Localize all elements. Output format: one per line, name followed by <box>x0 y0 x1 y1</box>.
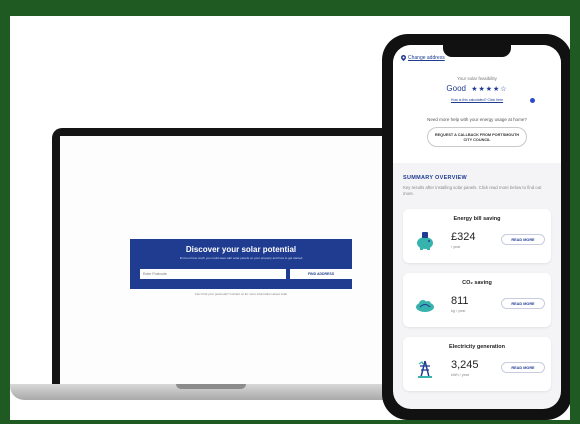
laptop-notch <box>176 384 246 389</box>
card-value: £324 <box>451 231 476 243</box>
read-more-button[interactable]: READ MORE <box>501 298 545 309</box>
co2-saving-card: CO₂ saving 811 kg / year READ MORE <box>403 273 551 327</box>
postcode-form: FIND ADDRESS <box>140 269 352 279</box>
marketing-canvas: Discover your solar potential Find out h… <box>10 16 570 420</box>
postcode-input[interactable] <box>140 269 286 279</box>
phone: Change address Your solar feasibility Go… <box>382 34 570 420</box>
change-address-label: Change address <box>408 55 445 61</box>
feasibility-rating-text: Good <box>446 84 466 93</box>
phone-screen: Change address Your solar feasibility Go… <box>393 45 561 409</box>
location-pin-icon <box>401 55 406 61</box>
card-value: 3,245 <box>451 359 479 371</box>
energy-bill-card: Energy bill saving £324 / year READ MORE <box>403 209 551 263</box>
star-rating-icon: ★★★★☆ <box>471 86 508 93</box>
phone-notch <box>443 45 511 57</box>
piggy-bank-icon <box>417 232 433 250</box>
card-value: 811 <box>451 295 469 307</box>
card-title: Electricity generation <box>449 344 505 350</box>
cloud-icon <box>416 300 434 312</box>
read-more-button[interactable]: READ MORE <box>501 362 545 373</box>
card-unit: / year <box>451 245 461 249</box>
laptop: Discover your solar potential Find out h… <box>52 128 402 396</box>
hero-note[interactable]: Can't find your postcode? Contact us for… <box>150 292 332 296</box>
hero-banner: Discover your solar potential Find out h… <box>130 239 352 289</box>
hero-title: Discover your solar potential <box>185 245 297 254</box>
electricity-generation-card: Electricity generation 3,245 kWh / year … <box>403 337 551 391</box>
card-unit: kg / year <box>451 309 466 313</box>
card-title: CO₂ saving <box>462 280 492 286</box>
laptop-screen: Discover your solar potential Find out h… <box>60 136 394 392</box>
power-tower-icon <box>418 360 432 378</box>
info-dot-icon <box>530 98 535 103</box>
feasibility-label: Your solar feasibility <box>457 76 497 81</box>
request-callback-button[interactable]: REQUEST A CALLBACK FROM PORTSMOUTH CITY … <box>427 127 527 147</box>
feasibility-panel: Change address Your solar feasibility Go… <box>393 45 561 163</box>
feasibility-rating: Good ★★★★☆ <box>393 84 561 93</box>
read-more-button[interactable]: READ MORE <box>501 234 545 245</box>
calculation-link[interactable]: How is this calculated? Click here <box>393 98 561 102</box>
card-unit: kWh / year <box>451 373 470 377</box>
help-text: Need more help with your energy usage at… <box>427 117 527 122</box>
summary-description: Key results after installing solar panel… <box>403 185 542 196</box>
summary-title: SUMMARY OVERVIEW <box>403 175 467 181</box>
find-address-button[interactable]: FIND ADDRESS <box>290 269 352 279</box>
change-address-link[interactable]: Change address <box>401 55 445 61</box>
card-title: Energy bill saving <box>453 216 501 222</box>
hero-subtitle: Find out how much you could save with so… <box>179 256 303 260</box>
